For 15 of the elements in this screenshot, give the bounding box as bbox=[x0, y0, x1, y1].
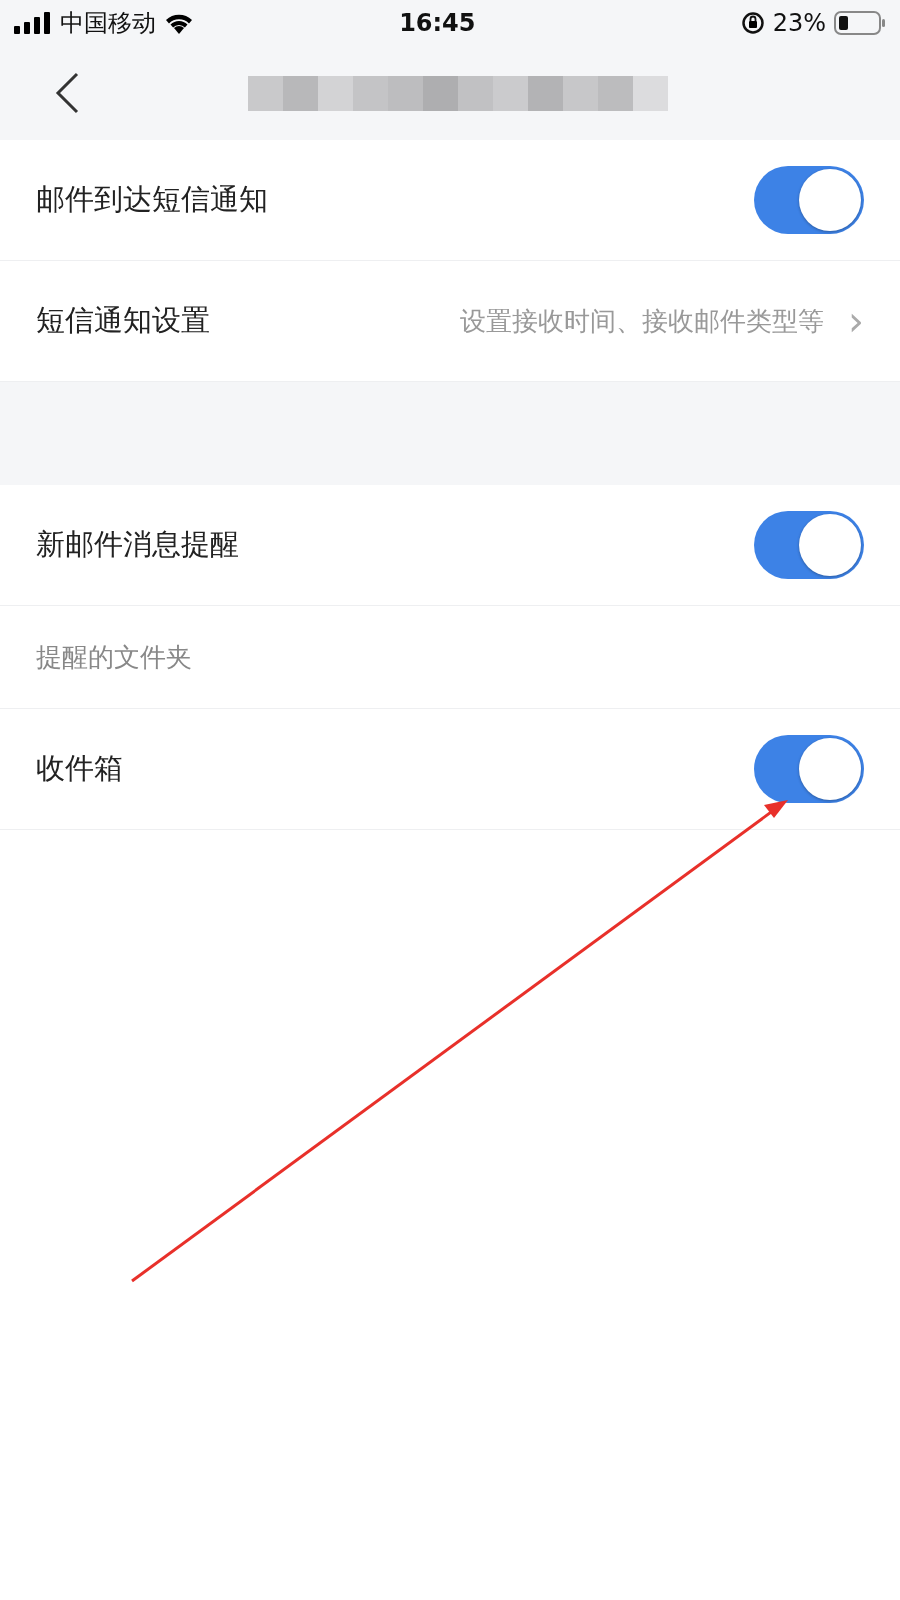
battery-percent: 23% bbox=[772, 8, 826, 39]
signal-icon bbox=[14, 12, 52, 34]
back-icon[interactable] bbox=[54, 72, 80, 114]
wifi-icon bbox=[164, 12, 194, 34]
carrier-name: 中国移动 bbox=[60, 8, 156, 39]
setting-label: 收件箱 bbox=[36, 750, 123, 788]
rotation-lock-icon bbox=[740, 11, 765, 35]
setting-value[interactable]: 设置接收时间、接收邮件类型等 bbox=[460, 301, 824, 341]
clock-time: 16:45 bbox=[399, 8, 476, 39]
section-label: 提醒的文件夹 bbox=[36, 640, 192, 674]
setting-label: 短信通知设置 bbox=[36, 302, 210, 340]
setting-label: 邮件到达短信通知 bbox=[36, 181, 268, 219]
chevron-icon[interactable]: › bbox=[848, 301, 864, 341]
setting-label: 新邮件消息提醒 bbox=[36, 526, 239, 564]
battery-icon bbox=[834, 11, 886, 35]
